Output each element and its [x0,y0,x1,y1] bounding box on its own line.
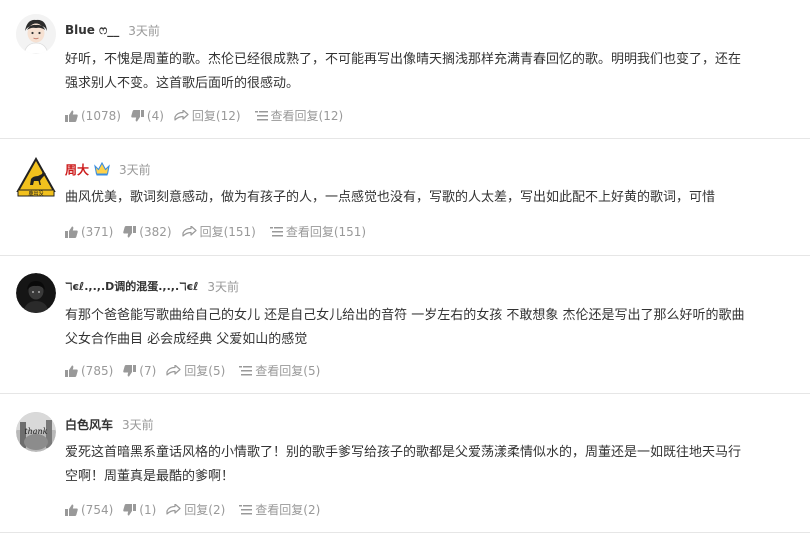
comment-text: 曲风优美，歌词刻意感动，做为有孩子的人，一点感觉也没有，写歌的人太差，写出如此配… [65,190,716,205]
comment-actions: (371) (382) 回复(151) 查看回复(151) [65,223,366,240]
reply-label: 回复(2) [184,503,226,517]
dislike-button[interactable]: (4) [131,109,164,123]
reply-arrow-icon [174,109,189,121]
reply-label: 回复(12) [191,109,241,123]
comment-time: 3天前 [119,162,151,177]
comment-text: 好听，不愧是周董的歌。杰伦已经很成熟了，不可能再写出像晴天搁浅那样充满青春回忆的… [65,52,742,91]
dislike-count: (4) [146,108,164,123]
comment-time: 3天前 [122,417,154,432]
comment-actions: (785) (7) 回复(5) 查看回复(5) [65,362,320,379]
view-replies-label: 查看回复(2) [255,503,321,517]
like-button[interactable]: (1078) [65,109,121,123]
avatar[interactable] [16,273,56,313]
comment-header: 白色风车 3天前 [65,414,154,434]
vip-crown-icon [94,162,110,176]
deer-warning-sign-icon: 鹿出没 [16,157,56,197]
like-button[interactable]: (785) [65,364,113,378]
view-replies-button[interactable]: 查看回复(5) [239,362,320,379]
list-icon [239,505,253,515]
reply-arrow-icon [166,364,181,376]
avatar[interactable]: thank [16,412,56,452]
avatar[interactable] [16,14,56,54]
like-count: (785) [81,363,114,378]
comment-text: 爱死这首暗黑系童话风格的小情歌了！别的歌手爹写给孩子的歌都是父爱荡漾柔情似水的，… [65,445,742,484]
dislike-button[interactable]: (7) [123,364,156,378]
thumbs-up-icon [65,365,78,377]
reply-button[interactable]: 回复(151) [181,223,256,240]
view-replies-button[interactable]: 查看回复(151) [269,223,367,240]
avatar-overlay-text: thank [24,427,47,436]
dislike-count: (1) [139,502,157,517]
list-icon [254,111,268,121]
reply-arrow-icon [166,503,181,515]
comment-item: Blue ෆ__ 3天前 好听，不愧是周董的歌。杰伦已经很成熟了，不可能再写出像… [0,0,810,139]
thumbs-down-icon [123,225,137,237]
comment-item: 鹿出没 周大 3天前 曲风优美，歌词刻意感动，做为有孩子的人，一点感觉也没有，写… [0,139,810,256]
view-replies-label: 查看回复(5) [255,364,321,378]
username[interactable]: ℸєℓ.,.,.D调的混蛋.,.,.ℸєℓ [65,278,198,294]
comment-header: ℸєℓ.,.,.D调的混蛋.,.,.ℸєℓ 3天前 [65,276,239,296]
dislike-count: (7) [139,363,157,378]
dislike-button[interactable]: (1) [123,503,156,517]
reply-button[interactable]: 回复(2) [166,501,225,518]
like-button[interactable]: (754) [65,503,113,517]
comment-actions: (1078) (4) 回复(12) 查看回复(12) [65,107,343,124]
thumbs-down-icon [123,364,137,376]
avatar[interactable]: 鹿出没 [16,157,56,197]
username[interactable]: 周大 [65,161,89,178]
comment-list: Blue ෆ__ 3天前 好听，不愧是周董的歌。杰伦已经很成熟了，不可能再写出像… [0,0,810,534]
view-replies-label: 查看回复(12) [270,109,344,123]
list-icon [239,366,253,376]
user-avatar-icon: thank [16,412,56,452]
like-button[interactable]: (371) [65,225,113,239]
thumbs-down-icon [123,503,137,515]
user-avatar-icon [16,14,56,54]
reply-button[interactable]: 回复(5) [166,362,225,379]
dislike-count: (382) [139,224,172,239]
thumbs-up-icon [65,226,78,238]
dislike-button[interactable]: (382) [123,224,172,239]
reply-arrow-icon [181,225,197,237]
view-replies-button[interactable]: 查看回复(12) [254,107,344,124]
avatar-sign-text: 鹿出没 [28,190,43,197]
reply-label: 回复(5) [184,364,226,378]
username[interactable]: Blue ෆ__ [65,23,119,38]
reply-label: 回复(151) [199,225,256,239]
username[interactable]: 白色风车 [65,416,113,433]
reply-button[interactable]: 回复(12) [174,107,241,124]
comment-header: Blue ෆ__ 3天前 [65,20,160,40]
list-icon [269,227,283,237]
like-count: (1078) [81,108,121,123]
comment-item: thank 白色风车 3天前 爱死这首暗黑系童话风格的小情歌了！别的歌手爹写给孩… [0,394,810,533]
thumbs-down-icon [131,109,144,121]
comment-time: 3天前 [128,23,160,38]
thumbs-up-icon [65,110,78,122]
comment-actions: (754) (1) 回复(2) 查看回复(2) [65,501,320,518]
comment-text: 有那个爸爸能写歌曲给自己的女儿 还是自己女儿给出的音符 一岁左右的女孩 不敢想象… [65,308,745,347]
like-count: (371) [81,224,114,239]
comment-header: 周大 3天前 [65,159,151,179]
comment-time: 3天前 [207,279,240,294]
view-replies-label: 查看回复(151) [285,225,367,239]
user-avatar-icon [16,273,56,313]
thumbs-up-icon [65,504,78,516]
view-replies-button[interactable]: 查看回复(2) [239,501,320,518]
like-count: (754) [81,502,114,517]
comment-item: ℸєℓ.,.,.D调的混蛋.,.,.ℸєℓ 3天前 有那个爸爸能写歌曲给自己的女… [0,256,810,394]
